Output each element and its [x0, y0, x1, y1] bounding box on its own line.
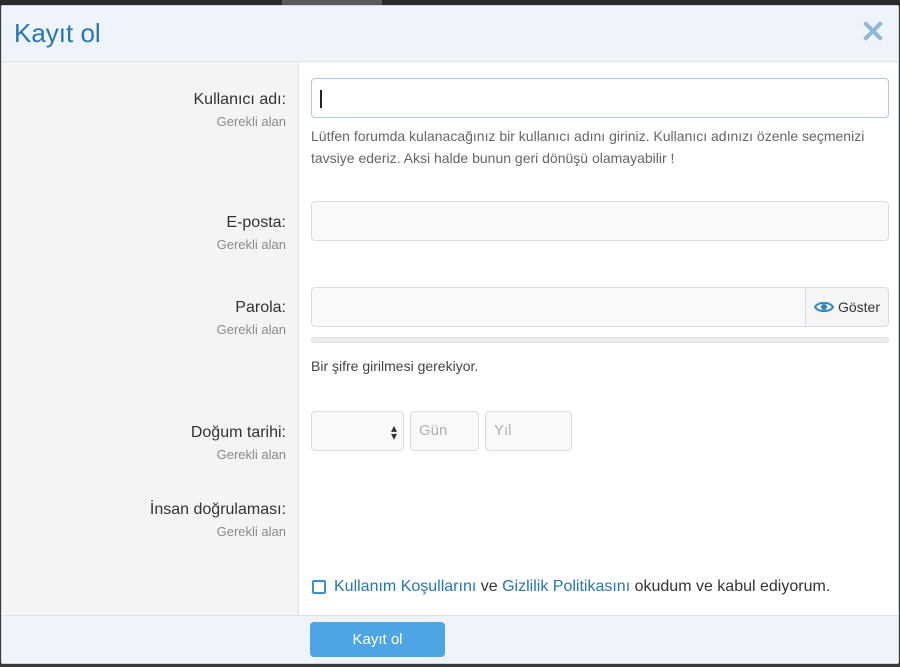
password-label: Parola:: [235, 299, 286, 316]
agreement-and-text: ve: [480, 578, 498, 595]
email-label: E-posta:: [226, 214, 286, 231]
password-help-text: Bir şifre girilmesi gerekiyor.: [311, 358, 479, 374]
username-label: Kullanıcı adı:: [193, 91, 287, 108]
register-submit-button[interactable]: Kayıt ol: [310, 622, 445, 657]
register-dialog: Kayıt ol Kullanıcı adı: Gerekli alan Lüt…: [1, 5, 899, 664]
privacy-link[interactable]: Gizlilik Politikasını: [502, 578, 630, 595]
text-caret: [320, 90, 322, 108]
birth-day-input[interactable]: Gün: [410, 411, 479, 451]
show-password-button[interactable]: Göster: [805, 287, 889, 327]
captcha-label: İnsan doğrulaması:: [149, 501, 286, 518]
password-input[interactable]: [311, 287, 807, 327]
username-input[interactable]: [311, 78, 889, 118]
agreement-row: Kullanım Koşullarını ve Gizlilik Politik…: [312, 578, 830, 596]
dialog-header: Kayıt ol: [2, 6, 898, 62]
eye-icon: [813, 301, 834, 313]
select-arrows-icon: ▴ ▾: [390, 421, 397, 443]
show-password-label: Göster: [837, 299, 880, 315]
agreement-checkbox[interactable]: [312, 580, 326, 594]
dialog-footer: Kayıt ol: [2, 615, 898, 663]
agreement-suffix-text: okudum ve kabul ediyorum.: [634, 578, 831, 595]
dialog-title: Kayıt ol: [14, 18, 101, 48]
username-required-hint: Gerekli alan: [216, 114, 286, 129]
email-required-hint: Gerekli alan: [216, 237, 286, 252]
password-required-hint: Gerekli alan: [216, 322, 286, 337]
birth-month-select[interactable]: ▴ ▾: [311, 411, 404, 451]
birth-year-input[interactable]: Yıl: [485, 411, 572, 451]
birthdate-label: Doğum tarihi:: [190, 424, 286, 441]
birthdate-required-hint: Gerekli alan: [216, 447, 286, 462]
username-help-text: Lütfen forumda kulanacağınız bir kullanı…: [311, 128, 865, 166]
email-input[interactable]: [311, 201, 889, 241]
close-icon[interactable]: [862, 20, 884, 42]
terms-link[interactable]: Kullanım Koşullarını: [334, 578, 476, 595]
captcha-required-hint: Gerekli alan: [216, 524, 286, 539]
password-strength-meter: [311, 337, 889, 343]
